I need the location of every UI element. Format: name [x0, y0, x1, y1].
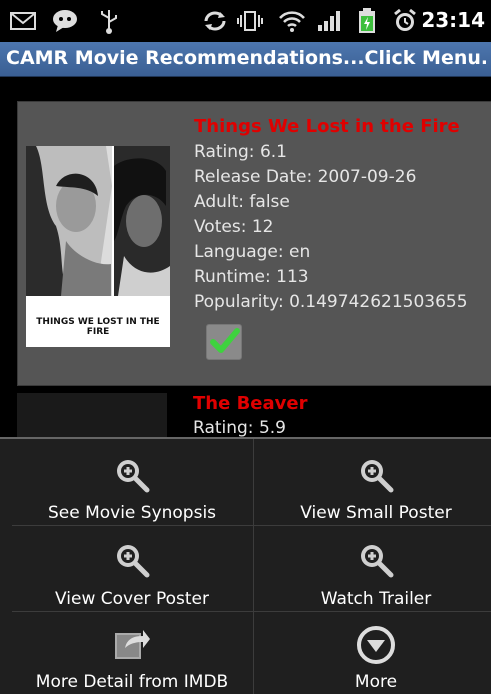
options-menu: See Movie Synopsis View Small Poster Vie…	[0, 437, 491, 694]
title-bar: CAMR Movie Recommendations...Click Menu.…	[0, 42, 491, 77]
menu-item-view-cover-poster[interactable]: View Cover Poster	[10, 526, 254, 611]
movie-poster[interactable]: THINGS WE LOST IN THE FIRE	[26, 146, 170, 347]
share-icon	[113, 626, 151, 666]
movie-rating-2: Rating: 5.9	[193, 418, 286, 437]
movie-card[interactable]: THINGS WE LOST IN THE FIRE Things We Los…	[17, 101, 491, 386]
vibrate-icon	[236, 8, 264, 34]
wifi-icon	[278, 8, 306, 34]
zoom-in-icon	[358, 457, 394, 497]
poster-caption: THINGS WE LOST IN THE FIRE	[36, 317, 160, 337]
movie-list[interactable]: THINGS WE LOST IN THE FIRE Things We Los…	[0, 77, 491, 437]
alarm-icon	[392, 8, 418, 34]
menu-item-label: View Small Poster	[300, 503, 452, 523]
checkmark-icon	[210, 328, 240, 353]
movie-title-2[interactable]: The Beaver	[193, 393, 307, 414]
movie-votes: Votes: 12	[194, 217, 274, 237]
app-title: CAMR Movie Recommendations...Click Menu.…	[6, 47, 486, 69]
menu-item-label: View Cover Poster	[55, 589, 209, 609]
signal-icon	[316, 8, 342, 34]
menu-item-label: Watch Trailer	[320, 589, 432, 609]
movie-runtime: Runtime: 113	[194, 267, 309, 287]
mail-icon	[10, 8, 36, 34]
menu-item-more-detail-from-imdb[interactable]: More Detail from IMDB	[10, 612, 254, 694]
movie-language: Language: en	[194, 242, 311, 262]
sync-icon	[202, 8, 228, 34]
movie-poster-2[interactable]	[17, 393, 167, 437]
menu-item-watch-trailer[interactable]: Watch Trailer	[254, 526, 491, 611]
menu-item-see-movie-synopsis[interactable]: See Movie Synopsis	[10, 439, 254, 525]
movie-popularity: Popularity: 0.149742621503655	[194, 292, 468, 312]
select-checkbox[interactable]	[206, 324, 242, 360]
movie-title[interactable]: Things We Lost in the Fire	[194, 116, 460, 137]
movie-rating: Rating: 6.1	[194, 142, 287, 162]
zoom-in-icon	[114, 457, 150, 497]
movie-card-2[interactable]: The Beaver Rating: 5.9	[17, 389, 491, 437]
movie-release-date: Release Date: 2007-09-26	[194, 167, 417, 187]
menu-item-more[interactable]: More	[254, 612, 491, 694]
zoom-in-icon	[114, 542, 150, 582]
movie-adult: Adult: false	[194, 192, 290, 212]
menu-item-view-small-poster[interactable]: View Small Poster	[254, 439, 491, 525]
clock-time: 23:14	[421, 8, 485, 32]
usb-icon	[98, 8, 120, 34]
menu-item-label: More	[354, 672, 398, 692]
zoom-in-icon	[358, 542, 394, 582]
menu-item-label: More Detail from IMDB	[35, 672, 229, 692]
chat-icon	[52, 8, 78, 34]
battery-icon	[358, 8, 376, 34]
more-icon	[356, 625, 396, 669]
menu-item-label: See Movie Synopsis	[47, 503, 217, 523]
status-bar: 23:14	[0, 0, 491, 42]
